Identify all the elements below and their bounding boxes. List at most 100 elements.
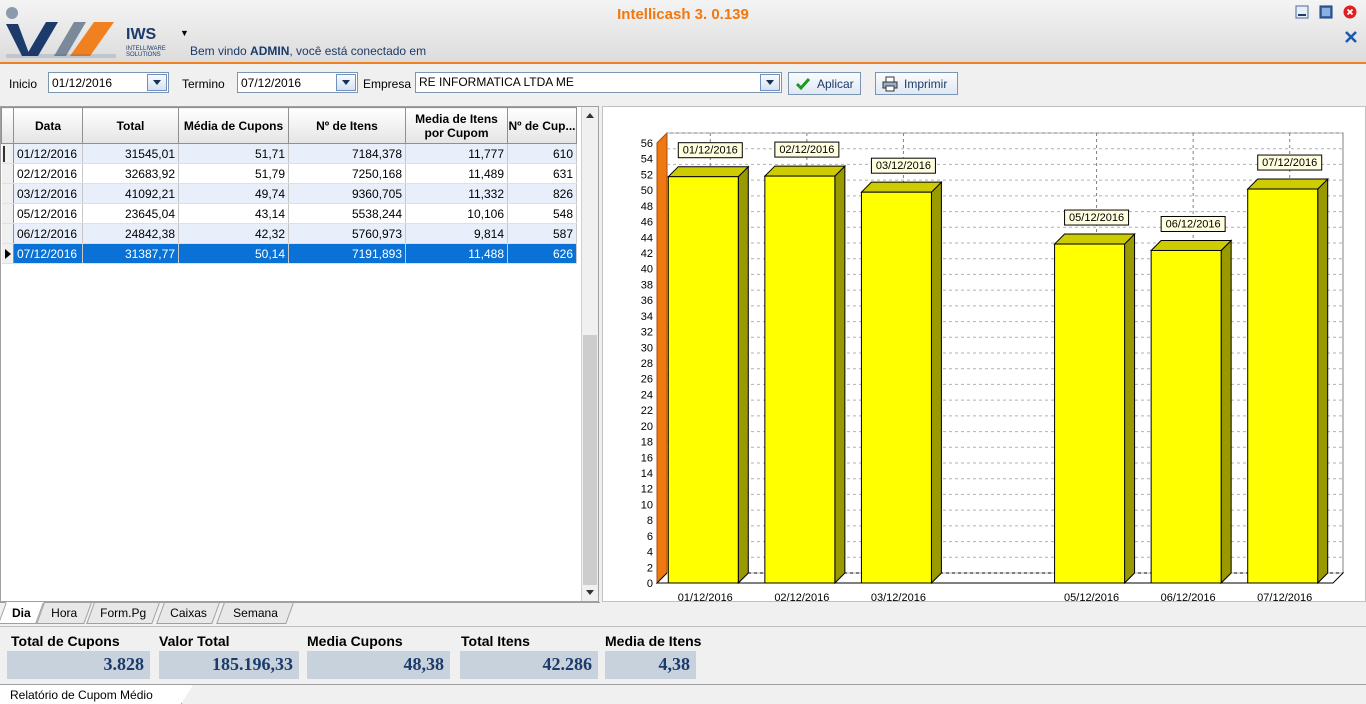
termino-date-field[interactable]: 07/12/2016 xyxy=(237,72,358,93)
row-pointer-icon xyxy=(4,249,11,259)
cell-media-cupons[interactable]: 43,14 xyxy=(178,203,289,224)
total-itens-label: Total Itens xyxy=(461,633,530,649)
x-tick-label: 05/12/2016 xyxy=(1064,592,1119,601)
column-header-num-itens[interactable]: Nº de Itens xyxy=(288,107,406,144)
tab-form-pg[interactable]: Form.Pg xyxy=(86,603,160,624)
cell-media-itens-cupom[interactable]: 11,777 xyxy=(405,143,508,164)
row-indicator[interactable] xyxy=(1,143,14,164)
close-form-icon[interactable] xyxy=(1344,30,1358,44)
cell-num-itens[interactable]: 5760,973 xyxy=(288,223,406,244)
cell-data[interactable]: 07/12/2016 xyxy=(13,243,83,264)
column-header-media-itens-cupom[interactable]: Media de Itens por Cupom xyxy=(405,107,508,144)
column-header-total[interactable]: Total xyxy=(82,107,179,144)
column-header-data[interactable]: Data xyxy=(13,107,83,144)
row-indicator[interactable] xyxy=(1,183,14,204)
tab-label: Dia xyxy=(11,606,31,620)
cell-num-cupons[interactable]: 826 xyxy=(507,183,577,204)
bar-side xyxy=(930,180,942,585)
table-row[interactable]: 01/12/2016 31545,01 51,71 7184,378 11,77… xyxy=(1,143,577,164)
bar-top xyxy=(1053,233,1136,245)
tab-caixas[interactable]: Caixas xyxy=(156,603,220,624)
bar-top xyxy=(1149,239,1233,251)
view-tabs: Dia Hora Form.Pg Caixas Semana xyxy=(0,602,600,624)
close-icon[interactable] xyxy=(1343,5,1357,19)
valor-total-label: Valor Total xyxy=(159,633,230,649)
cell-media-itens-cupom[interactable]: 11,332 xyxy=(405,183,508,204)
bar xyxy=(1054,243,1126,584)
media-itens-label: Media de Itens xyxy=(605,633,702,649)
inicio-date-field[interactable]: 01/12/2016 xyxy=(48,72,169,93)
bar-side xyxy=(737,165,749,585)
cell-media-cupons[interactable]: 51,79 xyxy=(178,163,289,184)
cell-num-itens[interactable]: 5538,244 xyxy=(288,203,406,224)
cell-data[interactable]: 02/12/2016 xyxy=(13,163,83,184)
menu-caret-icon[interactable]: ▼ xyxy=(180,28,189,38)
cell-num-cupons[interactable]: 610 xyxy=(507,143,577,164)
tab-hora[interactable]: Hora xyxy=(36,603,92,624)
cell-data[interactable]: 05/12/2016 xyxy=(13,203,83,224)
bar-label: 05/12/2016 xyxy=(1069,212,1124,224)
cell-num-itens[interactable]: 7191,893 xyxy=(288,243,406,264)
y-tick-label: 0 xyxy=(647,578,653,590)
cell-num-cupons[interactable]: 626 xyxy=(507,243,577,264)
cell-total[interactable]: 31545,01 xyxy=(82,143,179,164)
cell-total[interactable]: 32683,92 xyxy=(82,163,179,184)
inicio-dropdown-button[interactable] xyxy=(147,74,167,91)
termino-date-value: 07/12/2016 xyxy=(241,76,302,90)
filter-bar: Inicio 01/12/2016 Termino 07/12/2016 Emp… xyxy=(0,66,1366,104)
table-row-selected[interactable]: 07/12/2016 31387,77 50,14 7191,893 11,48… xyxy=(1,243,577,264)
cell-num-itens[interactable]: 7250,168 xyxy=(288,163,406,184)
bar-label: 07/12/2016 xyxy=(1262,157,1317,169)
cell-num-cupons[interactable]: 631 xyxy=(507,163,577,184)
table-row[interactable]: 02/12/2016 32683,92 51,79 7250,168 11,48… xyxy=(1,163,577,184)
y-tick-label: 18 xyxy=(641,437,653,449)
cell-total[interactable]: 24842,38 xyxy=(82,223,179,244)
cell-total[interactable]: 23645,04 xyxy=(82,203,179,224)
cell-media-itens-cupom[interactable]: 9,814 xyxy=(405,223,508,244)
row-indicator[interactable] xyxy=(1,243,14,264)
tab-relatorio-cupom-medio[interactable]: Relatório de Cupom Médio xyxy=(0,685,193,704)
welcome-prefix: Bem vindo xyxy=(190,44,251,58)
tab-semana[interactable]: Semana xyxy=(216,603,294,624)
cell-total[interactable]: 31387,77 xyxy=(82,243,179,264)
cell-media-itens-cupom[interactable]: 11,488 xyxy=(405,243,508,264)
cell-media-cupons[interactable]: 51,71 xyxy=(178,143,289,164)
cell-media-itens-cupom[interactable]: 10,106 xyxy=(405,203,508,224)
row-indicator[interactable] xyxy=(1,163,14,184)
empresa-dropdown-button[interactable] xyxy=(760,74,780,91)
aplicar-button[interactable]: Aplicar xyxy=(788,72,861,95)
maximize-icon[interactable] xyxy=(1319,5,1333,19)
cell-num-cupons[interactable]: 548 xyxy=(507,203,577,224)
scroll-down-icon[interactable] xyxy=(586,590,594,595)
empresa-select[interactable]: RE INFORMATICA LTDA ME xyxy=(415,72,782,93)
cell-total[interactable]: 41092,21 xyxy=(82,183,179,204)
cell-num-itens[interactable]: 9360,705 xyxy=(288,183,406,204)
scroll-up-icon[interactable] xyxy=(586,113,594,118)
cell-num-itens[interactable]: 7184,378 xyxy=(288,143,406,164)
row-indicator[interactable] xyxy=(1,203,14,224)
table-row[interactable]: 03/12/2016 41092,21 49,74 9360,705 11,33… xyxy=(1,183,577,204)
cell-data[interactable]: 03/12/2016 xyxy=(13,183,83,204)
column-header-media-cupons[interactable]: Média de Cupons xyxy=(178,107,289,144)
grid-vertical-scrollbar[interactable] xyxy=(581,107,598,601)
imprimir-button[interactable]: Imprimir xyxy=(875,72,958,95)
termino-dropdown-button[interactable] xyxy=(336,74,356,91)
check-icon xyxy=(795,78,811,91)
empresa-label: Empresa xyxy=(363,77,412,91)
minimize-icon[interactable] xyxy=(1295,5,1309,19)
cell-media-itens-cupom[interactable]: 11,489 xyxy=(405,163,508,184)
table-row[interactable]: 05/12/2016 23645,04 43,14 5538,244 10,10… xyxy=(1,203,577,224)
bar xyxy=(667,176,739,584)
cell-data[interactable]: 01/12/2016 xyxy=(13,143,83,164)
cell-media-cupons[interactable]: 50,14 xyxy=(178,243,289,264)
row-indicator[interactable] xyxy=(1,223,14,244)
scroll-thumb[interactable] xyxy=(583,335,597,585)
cell-data[interactable]: 06/12/2016 xyxy=(13,223,83,244)
y-tick-label: 32 xyxy=(641,327,653,339)
cell-num-cupons[interactable]: 587 xyxy=(507,223,577,244)
cell-media-cupons[interactable]: 42,32 xyxy=(178,223,289,244)
column-header-num-cupons[interactable]: Nº de Cup... xyxy=(507,107,577,144)
cell-media-cupons[interactable]: 49,74 xyxy=(178,183,289,204)
table-row[interactable]: 06/12/2016 24842,38 42,32 5760,973 9,814… xyxy=(1,223,577,244)
y-tick-label: 28 xyxy=(641,358,653,370)
